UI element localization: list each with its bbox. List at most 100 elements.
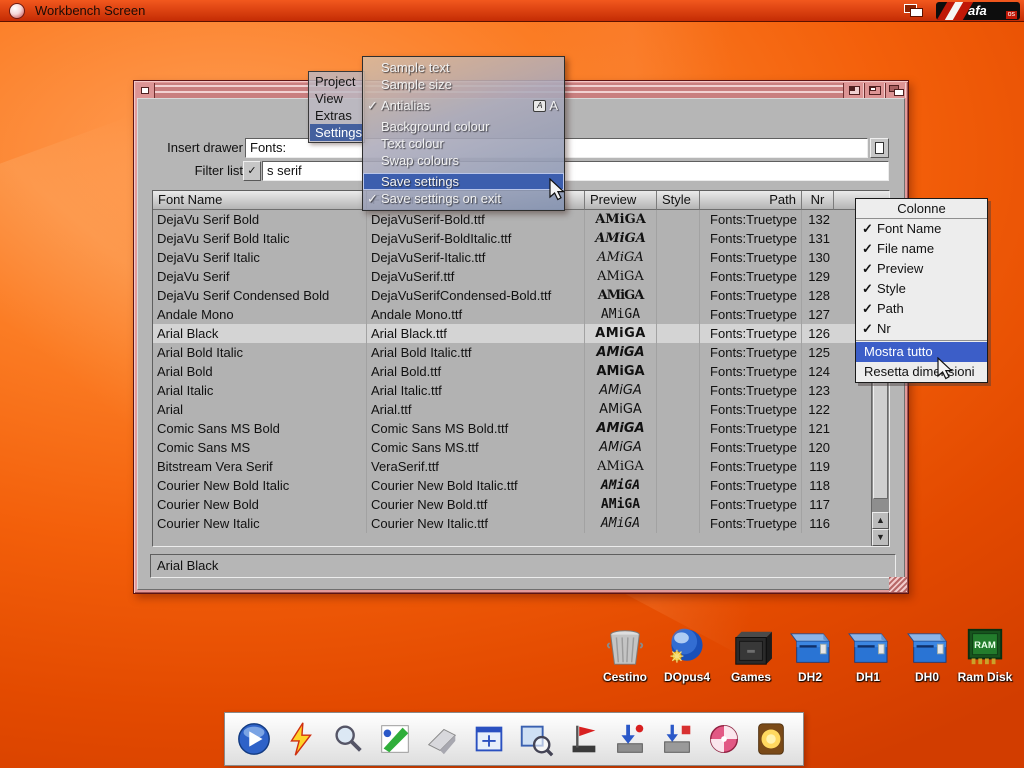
dock-icon-install[interactable] bbox=[656, 718, 698, 760]
filter-list-label: Filter list bbox=[156, 162, 243, 180]
menu-title-project[interactable]: Project bbox=[310, 73, 363, 90]
table-row-andale-mono[interactable]: Andale MonoAndale Mono.ttfAMiGAFonts:Tru… bbox=[153, 305, 873, 324]
dock-icon-player[interactable] bbox=[233, 718, 275, 760]
filter-list-field[interactable]: s serif bbox=[262, 161, 889, 181]
checkmark-icon: ✓ bbox=[862, 259, 877, 279]
table-row-arial-black[interactable]: Arial BlackArial Black.ttfAMiGAFonts:Tru… bbox=[153, 324, 873, 343]
desktop-icon-dh2[interactable]: DH2 bbox=[778, 624, 842, 684]
table-row-dejavu-serif-bold-italic[interactable]: DejaVu Serif Bold ItalicDejaVuSerif-Bold… bbox=[153, 229, 873, 248]
preview-cell: AMiGA bbox=[585, 248, 657, 267]
menu-item-label: Sample text bbox=[381, 59, 450, 76]
columns-menu-item-style[interactable]: ✓Style bbox=[856, 279, 987, 299]
dock-icon-lamp[interactable] bbox=[750, 718, 792, 760]
table-row-arial-bold-italic[interactable]: Arial Bold ItalicArial Bold Italic.ttfAM… bbox=[153, 343, 873, 362]
font-name-cell: Courier New Bold bbox=[153, 495, 367, 514]
dock-icon-paint[interactable] bbox=[374, 718, 416, 760]
columns-menu-item-resetta-dimensioni[interactable]: Resetta dimensioni bbox=[856, 362, 987, 382]
menu-item-sample-text[interactable]: Sample text bbox=[363, 59, 564, 76]
columns-menu-item-mostra-tutto[interactable]: Mostra tutto bbox=[856, 342, 987, 362]
menu-item-antialias[interactable]: ✓AntialiasAA bbox=[363, 97, 564, 114]
table-row-comic-sans-ms-bold[interactable]: Comic Sans MS BoldComic Sans MS Bold.ttf… bbox=[153, 419, 873, 438]
columns-menu-item-file-name[interactable]: ✓File name bbox=[856, 239, 987, 259]
table-row-arial-italic[interactable]: Arial ItalicArial Italic.ttfAMiGAFonts:T… bbox=[153, 381, 873, 400]
menu-title-extras[interactable]: Extras bbox=[310, 107, 363, 124]
dock-icon-flag[interactable] bbox=[562, 718, 604, 760]
desktop-icon-games[interactable]: Games bbox=[719, 624, 783, 684]
drawer-browse-button[interactable] bbox=[870, 138, 889, 158]
table-row-dejavu-serif-condensed-bold[interactable]: DejaVu Serif Condensed BoldDejaVuSerifCo… bbox=[153, 286, 873, 305]
table-row-courier-new-bold-italic[interactable]: Courier New Bold ItalicCourier New Bold … bbox=[153, 476, 873, 495]
nr-cell: 130 bbox=[802, 248, 834, 267]
file-name-cell: Andale Mono.ttf bbox=[367, 305, 585, 324]
preview-cell: AMiGA bbox=[585, 495, 657, 514]
path-cell: Fonts:Truetype bbox=[700, 229, 802, 248]
table-row-bitstream-vera-serif[interactable]: Bitstream Vera SerifVeraSerif.ttfAMiGAFo… bbox=[153, 457, 873, 476]
menu-item-sample-size[interactable]: Sample size bbox=[363, 76, 564, 93]
file-name-cell: DejaVuSerif-Bold.ttf bbox=[367, 210, 585, 229]
columns-menu-item-preview[interactable]: ✓Preview bbox=[856, 259, 987, 279]
menu-item-save-settings[interactable]: Save settings bbox=[363, 173, 564, 190]
menu-item-swap-colours[interactable]: Swap colours bbox=[363, 152, 564, 169]
columns-menu-item-font-name[interactable]: ✓Font Name bbox=[856, 219, 987, 239]
table-row-dejavu-serif-bold[interactable]: DejaVu Serif BoldDejaVuSerif-Bold.ttfAMi… bbox=[153, 210, 873, 229]
file-name-cell: DejaVuSerif-Italic.ttf bbox=[367, 248, 585, 267]
column-header-preview[interactable]: Preview bbox=[585, 191, 657, 210]
column-header-style[interactable]: Style bbox=[657, 191, 700, 210]
menu-item-save-settings-on-exit[interactable]: ✓Save settings on exit bbox=[363, 190, 564, 207]
window-depth-gadget[interactable] bbox=[885, 83, 906, 98]
desktop-icon-ram-disk[interactable]: RAMRam Disk bbox=[953, 624, 1017, 684]
scroll-up-button[interactable]: ▲ bbox=[872, 512, 889, 529]
dock-icon-flash[interactable] bbox=[280, 718, 322, 760]
afa-logo-os: os bbox=[1006, 11, 1017, 19]
screen-gadget[interactable] bbox=[9, 3, 25, 19]
dock-icon-zoom[interactable] bbox=[515, 718, 557, 760]
table-row-dejavu-serif-italic[interactable]: DejaVu Serif ItalicDejaVuSerif-Italic.tt… bbox=[153, 248, 873, 267]
style-cell bbox=[657, 248, 700, 267]
desktop-icon-cestino[interactable]: Cestino bbox=[593, 624, 657, 684]
table-row-comic-sans-ms[interactable]: Comic Sans MSComic Sans MS.ttfAMiGAFonts… bbox=[153, 438, 873, 457]
column-header-font-name[interactable]: Font Name bbox=[153, 191, 367, 210]
dock-icon-download[interactable] bbox=[609, 718, 651, 760]
desktop-icon-dopus4[interactable]: DOpus4 bbox=[655, 624, 719, 684]
screen-depth-gadget[interactable] bbox=[902, 3, 928, 19]
columns-menu-item-path[interactable]: ✓Path bbox=[856, 299, 987, 319]
style-cell bbox=[657, 210, 700, 229]
menu-item-label: Text colour bbox=[381, 135, 444, 152]
table-row-arial[interactable]: ArialArial.ttfAMiGAFonts:Truetype122 bbox=[153, 400, 873, 419]
menu-title-view[interactable]: View bbox=[310, 90, 363, 107]
file-name-cell: Comic Sans MS.ttf bbox=[367, 438, 585, 457]
nr-cell: 121 bbox=[802, 419, 834, 438]
table-row-arial-bold[interactable]: Arial BoldArial Bold.ttfAMiGAFonts:Truet… bbox=[153, 362, 873, 381]
desktop-icon-dh1[interactable]: DH1 bbox=[836, 624, 900, 684]
table-row-courier-new-bold[interactable]: Courier New BoldCourier New Bold.ttfAMiG… bbox=[153, 495, 873, 514]
desktop-icon-dh0[interactable]: DH0 bbox=[895, 624, 959, 684]
table-row-courier-new-italic[interactable]: Courier New ItalicCourier New Italic.ttf… bbox=[153, 514, 873, 533]
window-zoom-gadget[interactable] bbox=[864, 83, 885, 98]
menu-item-background-colour[interactable]: Background colour bbox=[363, 118, 564, 135]
filter-check-gadget[interactable]: ✓ bbox=[243, 161, 261, 181]
menu-item-text-colour[interactable]: Text colour bbox=[363, 135, 564, 152]
column-header-nr[interactable]: Nr bbox=[802, 191, 834, 210]
style-cell bbox=[657, 400, 700, 419]
columns-menu-item-nr[interactable]: ✓Nr bbox=[856, 319, 987, 339]
table-row-dejavu-serif[interactable]: DejaVu SerifDejaVuSerif.ttfAMiGAFonts:Tr… bbox=[153, 267, 873, 286]
window-close-gadget[interactable] bbox=[136, 83, 155, 98]
window-iconify-gadget[interactable] bbox=[843, 83, 864, 98]
dock-icon-search[interactable] bbox=[327, 718, 369, 760]
desktop: Insert drawer Fonts: Filter list ✓ s ser… bbox=[0, 22, 1024, 768]
menu-title-settings[interactable]: Settings bbox=[310, 124, 363, 141]
nr-cell: 126 bbox=[802, 324, 834, 343]
window-resize-gadget[interactable] bbox=[889, 577, 907, 592]
scroll-down-button[interactable]: ▼ bbox=[872, 529, 889, 546]
nr-cell: 129 bbox=[802, 267, 834, 286]
dock-icon-wheel[interactable] bbox=[703, 718, 745, 760]
menu-titles-panel: ProjectViewExtrasSettings bbox=[308, 71, 365, 143]
nr-cell: 125 bbox=[802, 343, 834, 362]
column-header-path[interactable]: Path bbox=[700, 191, 802, 210]
font-name-cell: Andale Mono bbox=[153, 305, 367, 324]
path-cell: Fonts:Truetype bbox=[700, 457, 802, 476]
desktop-icon-label: DOpus4 bbox=[655, 670, 719, 684]
dock-icon-window[interactable] bbox=[468, 718, 510, 760]
nr-cell: 128 bbox=[802, 286, 834, 305]
dock-icon-eraser[interactable] bbox=[421, 718, 463, 760]
